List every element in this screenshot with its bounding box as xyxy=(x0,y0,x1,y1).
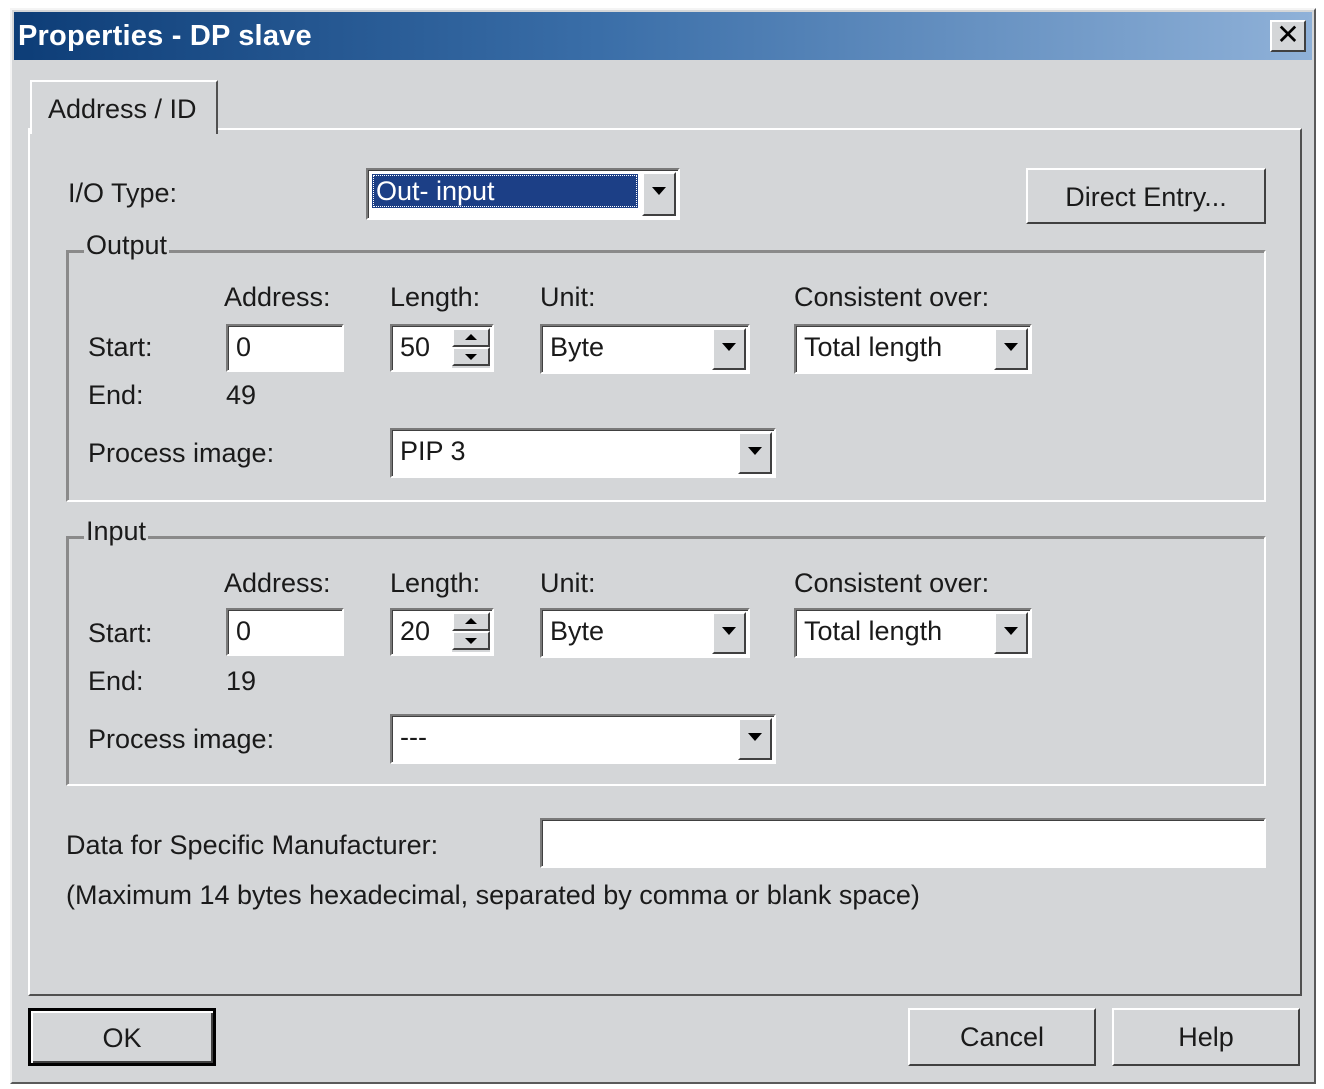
manufacturer-data-input[interactable] xyxy=(540,818,1266,868)
dropdown-arrow-icon[interactable] xyxy=(712,612,746,654)
input-length-header: Length: xyxy=(390,568,481,598)
spin-up-icon[interactable] xyxy=(452,612,490,631)
manufacturer-data-hint: (Maximum 14 bytes hexadecimal, separated… xyxy=(66,880,920,910)
input-process-image-select[interactable]: --- xyxy=(390,714,776,764)
tab-panel: I/O Type: Out- input Direct Entry... Out… xyxy=(28,128,1302,996)
input-length-spin[interactable] xyxy=(452,612,490,652)
output-group: Output Address: Length: Unit: Consistent… xyxy=(66,230,1266,502)
output-length-stepper[interactable]: 50 xyxy=(390,324,494,372)
title-bar[interactable]: Properties - DP slave ✕ xyxy=(14,12,1312,60)
input-end-label: End: xyxy=(88,666,144,696)
input-end-address: 19 xyxy=(226,666,257,696)
window-title: Properties - DP slave xyxy=(18,20,312,52)
tab-address-id[interactable]: Address / ID xyxy=(30,80,218,134)
spin-down-icon[interactable] xyxy=(452,347,490,366)
input-group: Input Address: Length: Unit: Consistent … xyxy=(66,516,1266,786)
help-button[interactable]: Help xyxy=(1112,1008,1300,1066)
output-length-spin[interactable] xyxy=(452,328,490,368)
dropdown-arrow-icon[interactable] xyxy=(994,612,1028,654)
tab-address-id-label: Address / ID xyxy=(48,94,197,124)
close-button[interactable]: ✕ xyxy=(1270,20,1306,52)
input-consistent-select[interactable]: Total length xyxy=(794,608,1032,658)
ok-button[interactable]: OK xyxy=(28,1008,216,1066)
output-start-label: Start: xyxy=(88,332,153,362)
spin-down-icon[interactable] xyxy=(452,631,490,650)
input-unit-header: Unit: xyxy=(540,568,596,598)
close-icon: ✕ xyxy=(1276,19,1300,50)
dropdown-arrow-icon[interactable] xyxy=(712,328,746,370)
io-type-dropdown-arrow-icon[interactable] xyxy=(642,172,676,216)
output-end-label: End: xyxy=(88,380,144,410)
input-start-label: Start: xyxy=(88,618,153,648)
dropdown-arrow-icon[interactable] xyxy=(738,718,772,760)
io-type-select[interactable]: Out- input xyxy=(366,168,680,220)
input-length-stepper[interactable]: 20 xyxy=(390,608,494,656)
dropdown-arrow-icon[interactable] xyxy=(994,328,1028,370)
output-end-address: 49 xyxy=(226,380,257,410)
output-start-address-input[interactable]: 0 xyxy=(226,324,344,372)
input-process-image-label: Process image: xyxy=(88,724,275,754)
input-unit-select[interactable]: Byte xyxy=(540,608,750,658)
input-consistent-header: Consistent over: xyxy=(794,568,990,598)
output-process-image-label: Process image: xyxy=(88,438,275,468)
output-process-image-select[interactable]: PIP 3 xyxy=(390,428,776,478)
direct-entry-button[interactable]: Direct Entry... xyxy=(1026,168,1266,224)
output-unit-select[interactable]: Byte xyxy=(540,324,750,374)
output-unit-header: Unit: xyxy=(540,282,596,312)
cancel-button[interactable]: Cancel xyxy=(908,1008,1096,1066)
dropdown-arrow-icon[interactable] xyxy=(738,432,772,474)
output-address-header: Address: xyxy=(224,282,331,312)
spin-up-icon[interactable] xyxy=(452,328,490,347)
output-length-header: Length: xyxy=(390,282,481,312)
input-address-header: Address: xyxy=(224,568,331,598)
input-start-address-input[interactable]: 0 xyxy=(226,608,344,656)
properties-dialog: Properties - DP slave ✕ Address / ID I/O… xyxy=(10,8,1316,1084)
input-group-title: Input xyxy=(84,516,149,547)
output-group-title: Output xyxy=(84,230,170,261)
output-consistent-select[interactable]: Total length xyxy=(794,324,1032,374)
output-consistent-header: Consistent over: xyxy=(794,282,990,312)
manufacturer-data-label: Data for Specific Manufacturer: xyxy=(66,830,439,860)
io-type-label: I/O Type: xyxy=(68,178,178,208)
io-type-selected-value: Out- input xyxy=(372,174,638,208)
